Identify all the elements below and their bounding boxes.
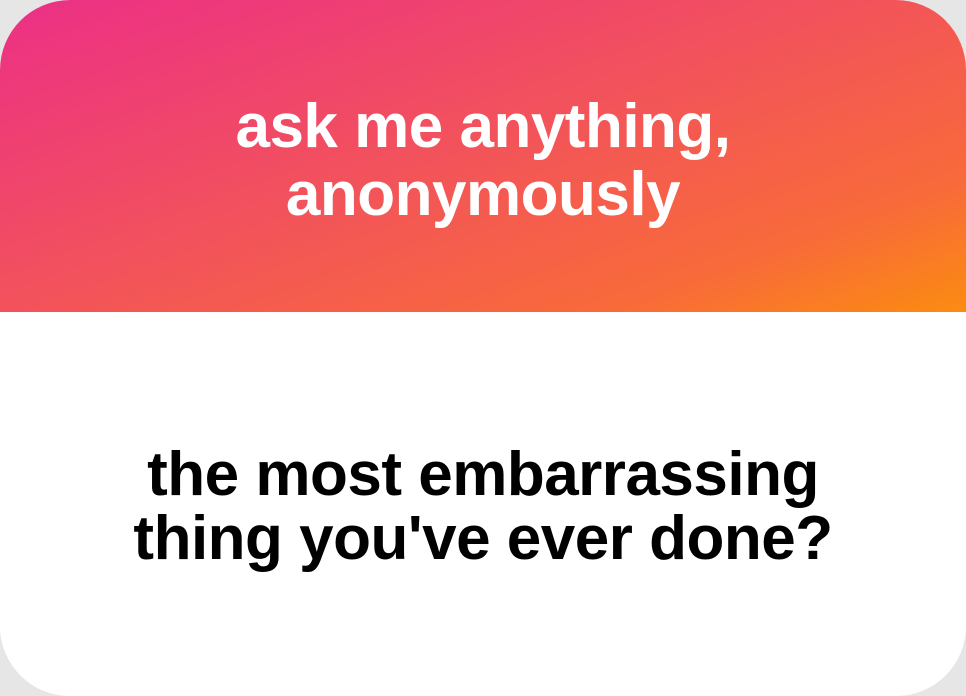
question-line-1: the most embarrassing [147, 440, 819, 509]
question-line-2: thing you've ever done? [133, 504, 833, 573]
header-title: ask me anything, anonymously [83, 93, 883, 229]
header-title-line-1: ask me anything, [235, 92, 731, 161]
card-header: ask me anything, anonymously [0, 0, 966, 312]
header-title-line-2: anonymously [285, 160, 681, 229]
question-sticker-card: ask me anything, anonymously the most em… [0, 0, 966, 696]
question-text: the most embarrassing thing you've ever … [33, 443, 933, 571]
card-body: the most embarrassing thing you've ever … [0, 312, 966, 696]
